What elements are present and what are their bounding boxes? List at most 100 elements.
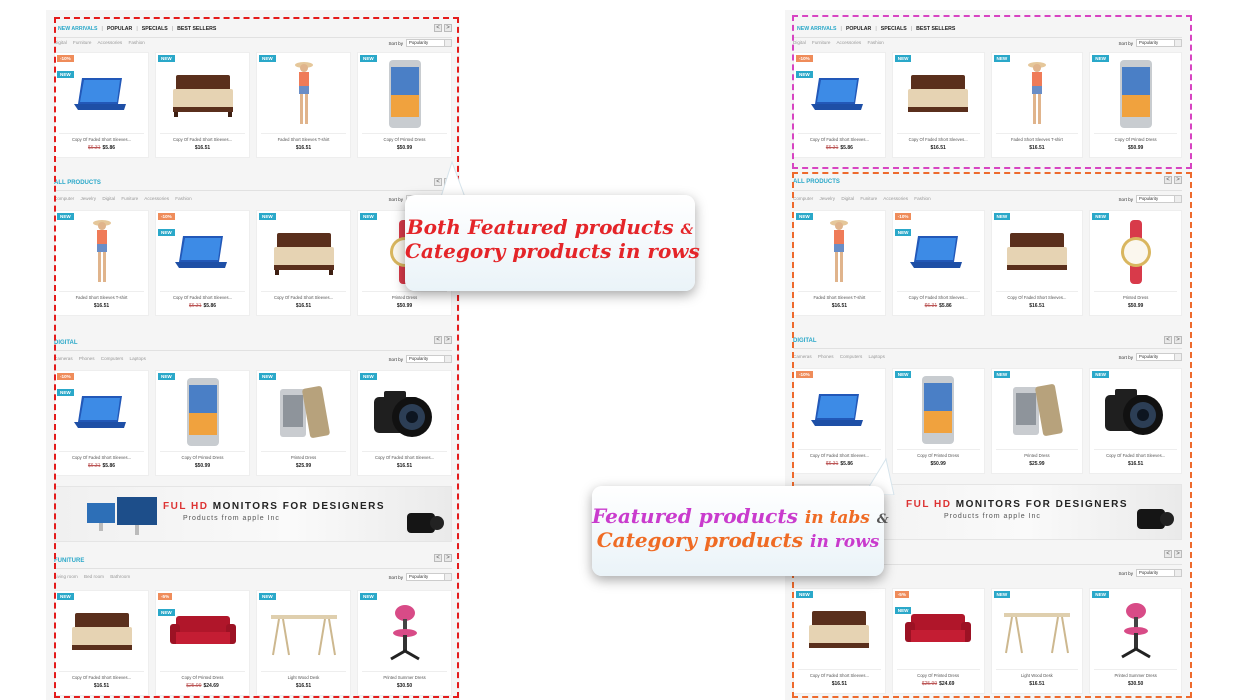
product-name[interactable]: Copy Of Faded Short Sleeves... [796, 137, 883, 142]
category-link[interactable]: Accessories [883, 196, 908, 201]
category-link[interactable]: Funiture [121, 196, 138, 201]
prev-button[interactable]: < [1164, 336, 1172, 344]
watch-image[interactable] [1094, 215, 1177, 289]
product-name[interactable]: Faded Short Sleeves T-shirt [57, 295, 146, 300]
product-name[interactable]: Copy Of Faded Short Sleeves... [158, 137, 247, 142]
category-link[interactable]: Phones [818, 354, 834, 359]
sort-select[interactable]: Popularity [406, 355, 452, 363]
product-card[interactable]: NEW Copy Of Printed Dress $50.99 [155, 370, 250, 476]
category-link[interactable]: Fashion [914, 196, 930, 201]
product-card[interactable]: -10% NEW Copy Of Faded Short Sleeves... … [155, 210, 250, 316]
product-name[interactable]: Printed Summer Dress [360, 675, 449, 680]
phone-image[interactable] [160, 375, 245, 449]
product-name[interactable]: Copy Of Faded Short Sleeves... [158, 295, 247, 300]
product-name[interactable]: Copy Of Printed Dress [360, 137, 449, 142]
product-card[interactable]: NEW Copy Of Faded Short Sleeves... $16.5… [1089, 368, 1182, 474]
product-card[interactable]: NEW Copy Of Faded Short Sleeves... $16.5… [54, 590, 149, 696]
next-button[interactable]: > [444, 554, 452, 562]
product-card[interactable]: NEW Light Wood Desk $16.51 [990, 588, 1084, 694]
laptop-image[interactable] [897, 215, 980, 289]
next-button[interactable]: > [1174, 176, 1182, 184]
product-name[interactable]: Printed Dress [259, 455, 348, 460]
sofa-image[interactable] [897, 593, 980, 667]
product-name[interactable]: Light Wood Desk [994, 673, 1081, 678]
product-card[interactable]: NEW Printed Dress $25.99 [990, 368, 1084, 474]
tab-new-arrivals[interactable]: NEW ARRIVALS [793, 26, 840, 32]
category-link[interactable]: Accessories [144, 196, 169, 201]
section-title[interactable]: DIGITAL [793, 338, 817, 344]
tab-new-arrivals[interactable]: NEW ARRIVALS [54, 26, 101, 32]
chair-image[interactable] [362, 595, 447, 669]
chair-image[interactable] [1094, 593, 1177, 667]
tab-specials[interactable]: SPECIALS [138, 26, 172, 32]
category-link[interactable]: Accessories [97, 40, 122, 45]
tab-best-sellers[interactable]: BEST SELLERS [912, 26, 959, 32]
product-card[interactable]: NEW Faded Short Sleeves T-shirt $16.51 [793, 210, 886, 316]
product-name[interactable]: Printed Dress [1092, 295, 1179, 300]
model-image[interactable] [798, 215, 881, 289]
product-card[interactable]: -10% NEW Copy Of Faded Short Sleeves... … [891, 210, 985, 316]
laptop-image[interactable] [59, 375, 144, 449]
category-link[interactable]: Fashion [175, 196, 191, 201]
sofa-image[interactable] [160, 595, 245, 669]
section-title[interactable]: DIGITAL [54, 340, 78, 346]
category-link[interactable]: Laptops [869, 354, 885, 359]
promo-banner[interactable]: FUL HD MONITORS FOR DESIGNERS Products f… [54, 486, 452, 542]
product-name[interactable]: Copy Of Faded Short Sleeves... [57, 455, 146, 460]
product-card[interactable]: NEW Printed Dress $25.99 [256, 370, 351, 476]
category-link[interactable]: Digital [54, 40, 67, 45]
product-name[interactable]: Copy Of Faded Short Sleeves... [360, 455, 449, 460]
product-name[interactable]: Copy Of Faded Short Sleeves... [796, 673, 883, 678]
product-name[interactable]: Copy Of Printed Dress [895, 673, 982, 678]
laptop-image[interactable] [798, 373, 881, 447]
section-title[interactable]: ALL PRODUCTS [793, 179, 840, 185]
product-card[interactable]: NEW Faded Short Sleeves T-shirt $16.51 [990, 52, 1084, 158]
product-card[interactable]: -10% NEW Copy Of Faded Short Sleeves... … [54, 370, 149, 476]
product-card[interactable]: NEW Copy Of Faded Short Sleeves... $16.5… [155, 52, 250, 158]
category-link[interactable]: Computer [793, 196, 813, 201]
prev-button[interactable]: < [434, 554, 442, 562]
category-link[interactable]: Furniture [812, 40, 830, 45]
product-card[interactable]: NEW Copy Of Printed Dress $50.99 [1089, 52, 1182, 158]
model-image[interactable] [996, 57, 1079, 131]
tab-popular[interactable]: POPULAR [103, 26, 136, 32]
sort-select[interactable]: Popularity [1136, 353, 1182, 361]
category-link[interactable]: Jewelry [819, 196, 835, 201]
section-title[interactable]: ALL PRODUCTS [54, 180, 101, 186]
camera-image[interactable] [362, 375, 447, 449]
next-button[interactable]: > [444, 336, 452, 344]
prev-button[interactable]: < [434, 336, 442, 344]
product-name[interactable]: Copy Of Faded Short Sleeves... [994, 295, 1081, 300]
category-link[interactable]: Accessories [836, 40, 861, 45]
product-card[interactable]: NEW Copy Of Faded Short Sleeves... $16.5… [891, 52, 985, 158]
desk-image[interactable] [996, 593, 1079, 667]
phone-image[interactable] [1094, 57, 1177, 131]
model-image[interactable] [59, 215, 144, 289]
product-name[interactable]: Copy Of Printed Dress [895, 453, 982, 458]
product-name[interactable]: Printed Summer Dress [1092, 673, 1179, 678]
product-card[interactable]: NEW Light Wood Desk $16.51 [256, 590, 351, 696]
phone-image[interactable] [362, 57, 447, 131]
next-button[interactable]: > [444, 24, 452, 32]
category-link[interactable]: Computer [54, 196, 74, 201]
product-name[interactable]: Faded Short Sleeves T-shirt [259, 137, 348, 142]
product-name[interactable]: Copy Of Printed Dress [1092, 137, 1179, 142]
section-title[interactable]: FUNITURE [54, 558, 84, 564]
category-link[interactable]: Digital [841, 196, 854, 201]
product-card[interactable]: NEW Faded Short Sleeves T-shirt $16.51 [54, 210, 149, 316]
sort-select[interactable]: Popularity [1136, 39, 1182, 47]
smartphone-image[interactable] [261, 375, 346, 449]
category-link[interactable]: Bathroom [110, 574, 130, 579]
category-link[interactable]: Digital [102, 196, 115, 201]
product-card[interactable]: NEW Printed Dress $50.99 [1089, 210, 1182, 316]
laptop-image[interactable] [160, 215, 245, 289]
category-link[interactable]: Living room [54, 574, 78, 579]
sort-select[interactable]: Popularity [1136, 569, 1182, 577]
bed-image[interactable] [897, 57, 980, 131]
product-name[interactable]: Faded Short Sleeves T-shirt [796, 295, 883, 300]
product-name[interactable]: Copy Of Faded Short Sleeves... [259, 295, 348, 300]
camera-image[interactable] [1094, 373, 1177, 447]
bed-image[interactable] [160, 57, 245, 131]
product-name[interactable]: Copy Of Printed Dress [158, 675, 247, 680]
product-card[interactable]: -5% NEW Copy Of Printed Dress $25.99 $24.… [891, 588, 985, 694]
